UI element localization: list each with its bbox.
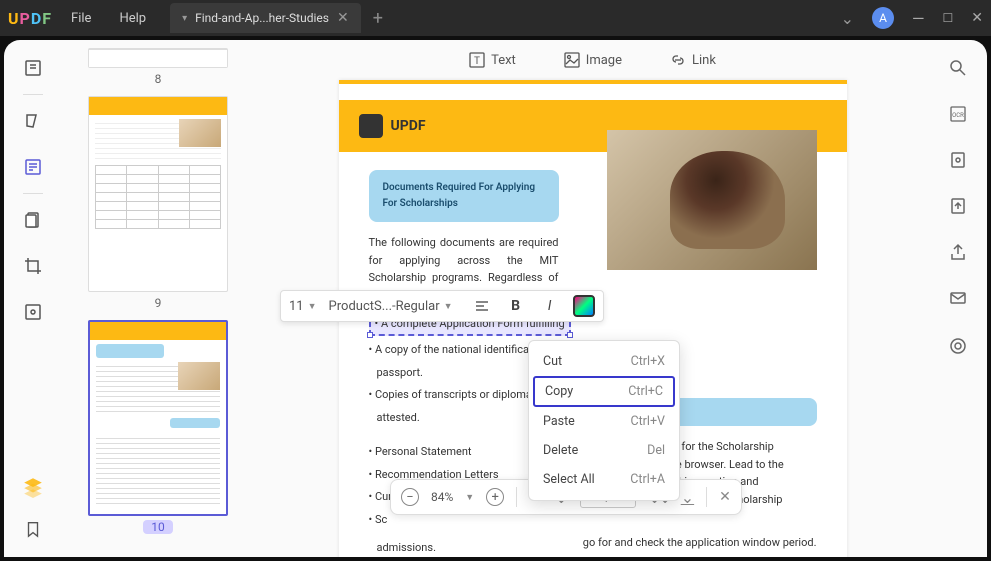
color-picker-button[interactable] [573, 295, 595, 317]
edit-tool-icon[interactable] [21, 155, 45, 179]
thumbnail-panel: 8 [62, 40, 254, 557]
context-menu-paste[interactable]: Paste Ctrl+V [529, 407, 679, 436]
comment-tool-icon[interactable] [21, 109, 45, 133]
zoom-in-button[interactable]: + [486, 488, 504, 506]
zoom-out-button[interactable]: − [401, 488, 419, 506]
organize-tool-icon[interactable] [21, 208, 45, 232]
list-item: admissions. [369, 539, 436, 557]
search-icon[interactable] [948, 58, 970, 80]
svg-text:OCR: OCR [952, 112, 964, 119]
scroll-bottom-icon[interactable]: ⌄ [681, 488, 694, 507]
thumbnail-page-8[interactable] [88, 48, 228, 68]
italic-button[interactable]: I [539, 295, 561, 317]
email-icon[interactable] [948, 288, 970, 310]
document-header-brand: UPDF [391, 118, 426, 134]
document-tab[interactable]: ▾ Find-and-Ap...her-Studies ✕ [170, 3, 361, 33]
edit-toolbar: T Text Image Link [254, 40, 931, 80]
protect-icon[interactable] [948, 150, 970, 172]
document-callout: Documents Required For Applying For Scho… [369, 170, 559, 222]
crop-tool-icon[interactable] [21, 254, 45, 278]
export-icon[interactable] [948, 196, 970, 218]
thumbnail-label-9: 9 [155, 296, 162, 310]
document-image [607, 130, 817, 270]
bookmark-icon[interactable] [21, 517, 45, 541]
right-toolbar: OCR [931, 40, 987, 557]
menu-help[interactable]: Help [119, 11, 146, 26]
tab-title: Find-and-Ap...her-Studies [195, 11, 329, 25]
font-size-selector[interactable]: 11 ▼ [289, 299, 317, 314]
align-icon[interactable] [471, 295, 493, 317]
chevron-down-icon: ▾ [182, 13, 187, 24]
share-icon[interactable] [948, 242, 970, 264]
titlebar: UPDF File Help ▾ Find-and-Ap...her-Studi… [0, 0, 991, 36]
add-tab-button[interactable]: + [373, 8, 383, 29]
thumbnail-page-9[interactable] [88, 96, 228, 292]
context-menu-copy[interactable]: Copy Ctrl+C [533, 376, 675, 407]
close-window-button[interactable]: ✕ [971, 10, 983, 26]
maximize-button[interactable]: ☐ [943, 11, 954, 25]
bold-button[interactable]: B [505, 295, 527, 317]
user-avatar[interactable]: A [872, 7, 894, 29]
image-tool-button[interactable]: Image [564, 52, 622, 68]
font-family-selector[interactable]: ProductS...-Regular ▼ [329, 299, 459, 314]
thumbnail-label-10: 10 [143, 520, 173, 534]
layers-icon[interactable] [21, 475, 45, 499]
context-menu-delete[interactable]: Delete Del [529, 436, 679, 465]
svg-text:T: T [474, 56, 480, 67]
zoom-dropdown-icon[interactable]: ▼ [465, 492, 474, 503]
print-icon[interactable] [948, 334, 970, 356]
minimize-button[interactable]: — [912, 9, 925, 28]
context-menu-select-all[interactable]: Select All Ctrl+A [529, 465, 679, 494]
thumbnail-label-8: 8 [155, 72, 162, 86]
chevron-down-icon[interactable]: ⌄ [841, 9, 854, 28]
context-menu-cut[interactable]: Cut Ctrl+X [529, 347, 679, 376]
text-tool-button[interactable]: T Text [469, 52, 516, 68]
reader-tool-icon[interactable] [21, 56, 45, 80]
app-logo: UPDF [8, 9, 51, 28]
document-text: go for and check the application window … [583, 534, 817, 557]
zoom-level: 84% [431, 490, 453, 504]
ocr-icon[interactable]: OCR [948, 104, 970, 126]
close-tab-icon[interactable]: ✕ [337, 10, 349, 26]
link-tool-button[interactable]: Link [670, 52, 716, 68]
updf-logo [359, 114, 383, 138]
tools-icon[interactable] [21, 300, 45, 324]
menu-file[interactable]: File [71, 11, 91, 26]
left-toolbar [4, 40, 62, 557]
close-controls-button[interactable]: ✕ [719, 489, 731, 505]
context-menu: Cut Ctrl+X Copy Ctrl+C Paste Ctrl+V Dele… [528, 340, 680, 501]
thumbnail-page-10[interactable] [88, 320, 228, 516]
text-format-toolbar: 11 ▼ ProductS...-Regular ▼ B I [280, 290, 604, 322]
